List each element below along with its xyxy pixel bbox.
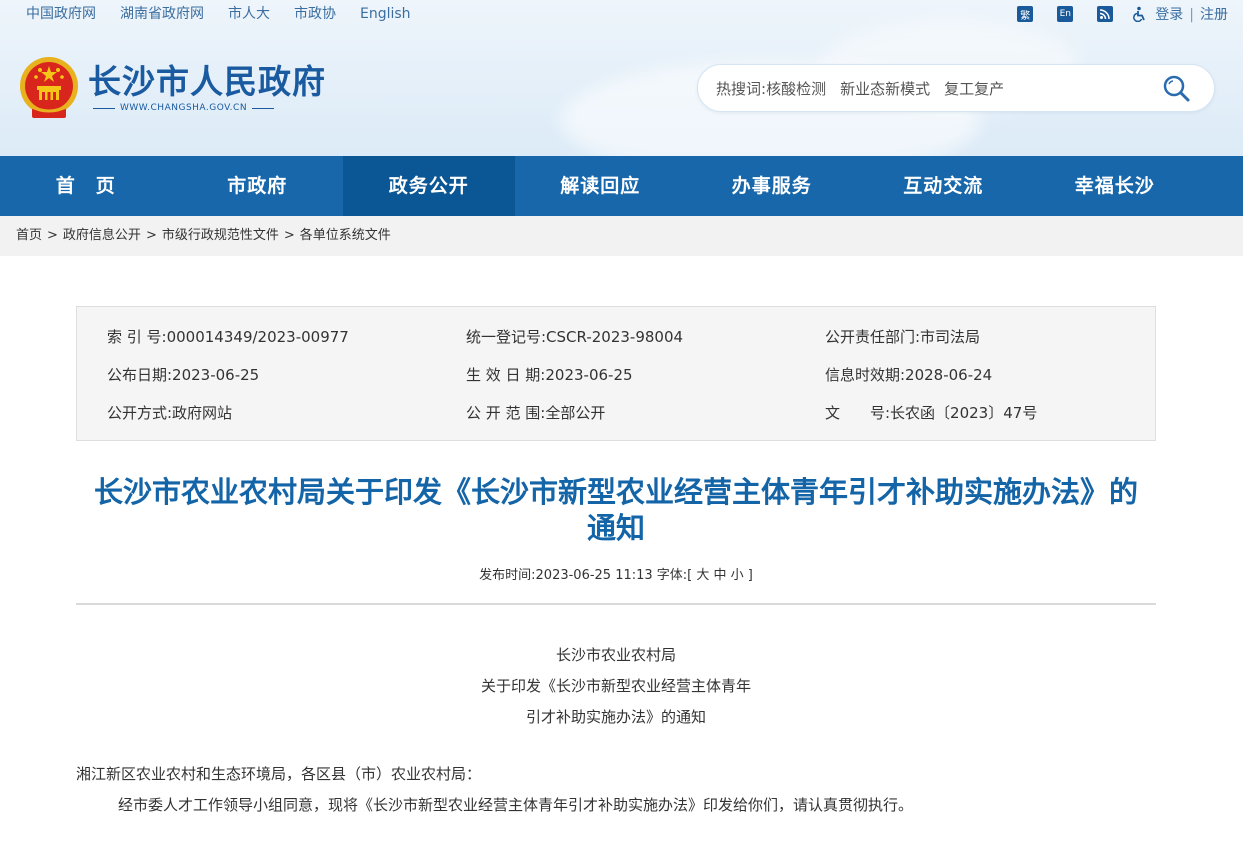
brand: 长沙市人民政府 WWW.CHANGSHA.GOV.CN [88, 62, 326, 114]
breadcrumb-item[interactable]: 市级行政规范性文件 [162, 228, 279, 243]
accessibility-icon[interactable] [1131, 6, 1149, 22]
meta-dept: 公开责任部门:市司法局 [825, 328, 981, 346]
body-paragraph: 经市委人才工作领导小组同意，现将《长沙市新型农业经营主体青年引才补助实施办法》印… [118, 796, 914, 814]
breadcrumb: 首页 > 政府信息公开 > 市级行政规范性文件 > 各单位系统文件 [0, 216, 1243, 256]
brand-title: 长沙市人民政府 [88, 62, 326, 101]
publish-info: 发布时间:2023-06-25 11:13 字体:[ 大 中 小 ] [479, 568, 753, 583]
top-link-english[interactable]: English [360, 5, 411, 23]
top-right-tools: 繁 En 登录 | 注册 [993, 4, 1228, 24]
register-link[interactable]: 注册 [1200, 7, 1228, 23]
top-link-hunan[interactable]: 湖南省政府网 [120, 5, 204, 23]
meta-eff-date: 生 效 日 期:2023-06-25 [466, 366, 633, 384]
hot-keyword[interactable]: 新业态新模式 [840, 78, 930, 99]
search-box[interactable]: 热搜词: 核酸检测 新业态新模式 复工复产 [697, 64, 1215, 112]
nav-city-gov[interactable]: 市政府 [172, 156, 344, 216]
article-title: 长沙市农业农村局关于印发《长沙市新型农业经营主体青年引才补助实施办法》的通知 [93, 475, 1138, 545]
breadcrumb-item[interactable]: 政府信息公开 [63, 228, 141, 243]
rss-icon[interactable] [1097, 6, 1114, 22]
article-heading-block: 长沙市农业农村局 关于印发《长沙市新型农业经营主体青年 引才补助实施办法》的通知 [0, 640, 1232, 733]
meta-scope: 公 开 范 围:全部公开 [466, 404, 606, 422]
top-links: 中国政府网 湖南省政府网 市人大 市政协 English [26, 5, 435, 23]
login-link[interactable]: 登录 [1155, 7, 1183, 23]
nav-interpretation[interactable]: 解读回应 [515, 156, 687, 216]
nav-interaction[interactable]: 互动交流 [858, 156, 1030, 216]
meta-reg-no: 统一登记号:CSCR-2023-98004 [466, 328, 684, 346]
addressee: 湘江新区农业农村和生态环境局，各区县（市）农业农村局： [76, 765, 482, 783]
separator: | [1189, 7, 1194, 23]
national-emblem-icon [18, 54, 80, 122]
top-link-npc[interactable]: 市人大 [228, 5, 270, 23]
divider [76, 603, 1156, 605]
meta-method: 公开方式:政府网站 [107, 404, 233, 422]
heading-line: 关于印发《长沙市新型农业经营主体青年 [480, 677, 751, 695]
breadcrumb-item[interactable]: 各单位系统文件 [300, 228, 391, 243]
top-link-cppcc[interactable]: 市政协 [294, 5, 336, 23]
hot-keyword[interactable]: 核酸检测 [766, 78, 826, 99]
nav-home[interactable]: 首 页 [0, 156, 172, 216]
nav-gov-affairs[interactable]: 政务公开 [343, 156, 515, 216]
hot-search-label: 热搜词: [716, 79, 767, 98]
nav-services[interactable]: 办事服务 [686, 156, 858, 216]
traditional-chinese-icon[interactable]: 繁 [1017, 6, 1034, 22]
meta-index-no: 索 引 号:000014349/2023-00977 [107, 328, 349, 346]
top-link-gov[interactable]: 中国政府网 [26, 5, 96, 23]
hot-keyword[interactable]: 复工复产 [944, 78, 1004, 99]
site-logo[interactable]: 长沙市人民政府 WWW.CHANGSHA.GOV.CN [18, 54, 326, 122]
nav-happy-changsha[interactable]: 幸福长沙 [1029, 156, 1201, 216]
meta-expire: 信息时效期:2028-06-24 [825, 366, 993, 384]
meta-pub-date: 公布日期:2023-06-25 [107, 366, 260, 384]
search-icon[interactable] [1162, 74, 1192, 104]
heading-line: 引才补助实施办法》的通知 [525, 708, 706, 726]
login-register: 登录 | 注册 [1155, 4, 1228, 24]
header: 中国政府网 湖南省政府网 市人大 市政协 English 繁 En 登录 | 注册 [0, 0, 1243, 156]
breadcrumb-item[interactable]: 首页 [16, 228, 42, 243]
document-meta-box: 索 引 号:000014349/2023-00977 统一登记号:CSCR-20… [76, 306, 1156, 441]
english-icon[interactable]: En [1057, 6, 1074, 22]
brand-url: WWW.CHANGSHA.GOV.CN [88, 103, 326, 113]
meta-doc-no: 文 号:长农函〔2023〕47号 [825, 404, 1038, 422]
heading-line: 长沙市农业农村局 [555, 646, 676, 664]
main-nav: 首 页 市政府 政务公开 解读回应 办事服务 互动交流 幸福长沙 [0, 156, 1243, 216]
